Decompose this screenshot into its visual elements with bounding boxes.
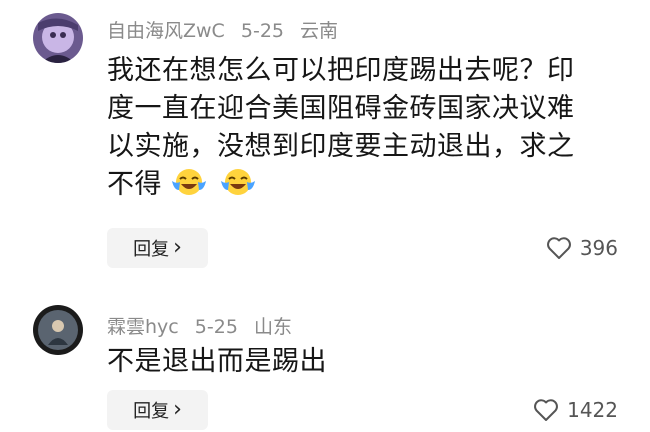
comment-line: 我还在想怎么可以把印度踢出去呢？印 (107, 55, 575, 86)
like-button[interactable]: 1422 (533, 398, 618, 422)
comment-date: 5-25 (240, 20, 284, 42)
user-avatar[interactable] (33, 13, 83, 63)
like-count: 1422 (567, 398, 618, 422)
comment-meta: 自由海风ZwC 5-25 云南 (107, 16, 348, 43)
comment-line: 度一直在迎合美国阻碍金砖国家决议难 (107, 93, 575, 124)
chevron-right-icon: › (173, 235, 182, 260)
comment-date: 5-25 (194, 316, 238, 338)
username[interactable]: 自由海风ZwC (107, 20, 225, 42)
comment-meta: 霖雲hyc 5-25 山东 (107, 312, 302, 339)
like-button[interactable]: 396 (546, 236, 618, 260)
user-avatar[interactable] (33, 305, 83, 355)
heart-icon (546, 237, 571, 259)
crying-laughing-emoji-icon (172, 169, 207, 195)
comment-text: 我还在想怎么可以把印度踢出去呢？印 度一直在迎合美国阻碍金砖国家决议难 以实施，… (107, 52, 627, 204)
comment-location: 云南 (300, 20, 339, 42)
reply-label: 回复 (133, 239, 170, 260)
comment-line: 不是退出而是踢出 (107, 346, 327, 377)
crying-laughing-emoji-icon (221, 169, 256, 195)
comment-location: 山东 (253, 316, 292, 338)
chevron-right-icon: › (173, 397, 182, 422)
reply-button[interactable]: 回复 › (107, 390, 208, 430)
username[interactable]: 霖雲hyc (107, 316, 179, 338)
comment-line-last: 不得 (107, 166, 627, 204)
comment-line: 以实施，没想到印度要主动退出，求之 (107, 131, 575, 162)
like-count: 396 (579, 236, 618, 260)
comment-text: 不是退出而是踢出 (107, 343, 627, 381)
reply-button[interactable]: 回复 › (107, 228, 208, 268)
heart-icon (534, 399, 559, 421)
comment-line: 不得 (107, 169, 162, 200)
reply-label: 回复 (133, 401, 170, 422)
